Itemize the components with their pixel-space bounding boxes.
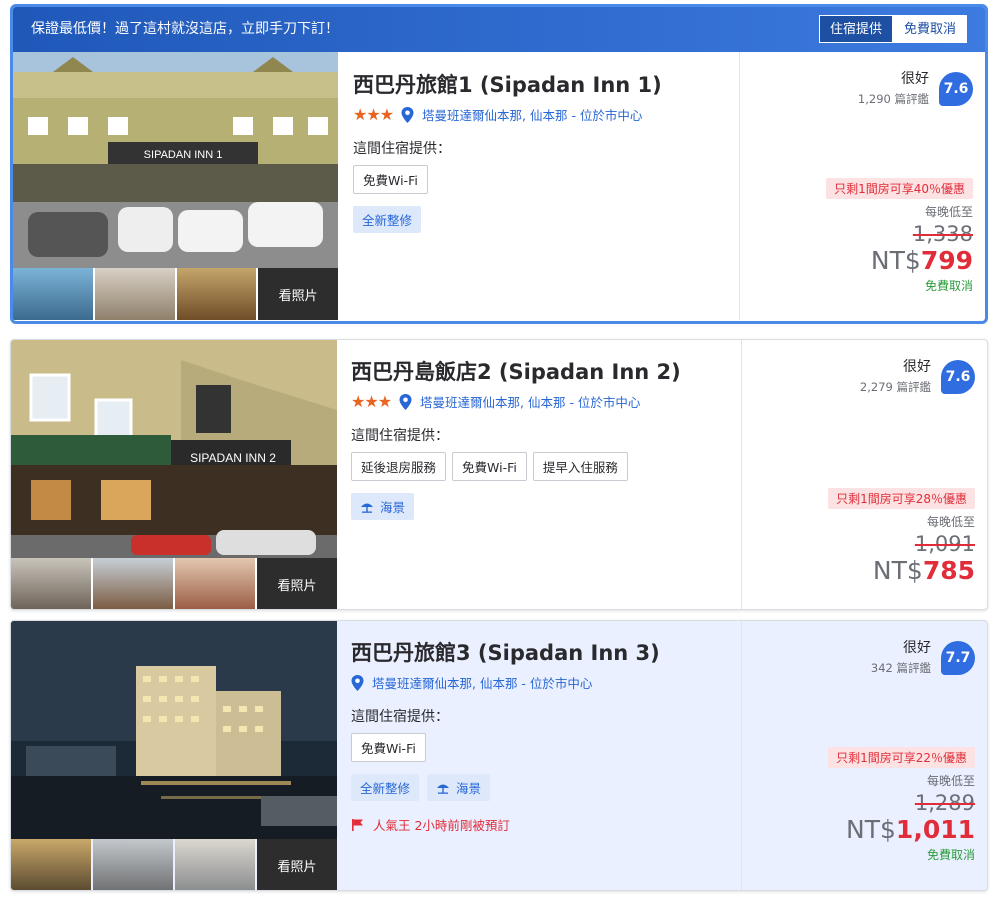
hotel-card-2[interactable]: SIPADAN INN 2 看照片 西巴丹島飯店2 (Sipadan Inn 2… [10,339,988,610]
score-badge: 7.6 [941,360,975,394]
svg-text:SIPADAN INN 1: SIPADAN INN 1 [144,149,223,161]
star-rating: ★★★ [351,392,392,411]
amenity-tag: 延後退房服務 [351,452,447,481]
beach-umbrella-icon [437,784,450,794]
thumbnail[interactable] [93,558,173,609]
hotel-name[interactable]: 西巴丹島飯店2 (Sipadan Inn 2) [351,356,681,386]
hotel-main-photo[interactable] [11,621,337,839]
offer-title: 這間住宿提供： [353,141,451,157]
current-price: NT$1,011 [828,815,975,844]
per-night-label: 每晚低至 [926,515,975,529]
hotel-photos[interactable]: 看照片 [11,621,337,890]
promo-text: 保證最低價！過了這村就沒這店，立即手刀下訂！ [31,21,339,37]
location-pin-icon [401,106,414,123]
free-cancel-label: 免費取消 [924,279,973,293]
hotel-main-photo[interactable]: SIPADAN INN 1 [13,52,338,268]
free-cancel-label: 免費取消 [926,848,975,862]
deal-badge: 只剩1間房可享22％優惠 [828,747,975,768]
location-link[interactable]: 塔曼班達爾仙本那, 仙本那 - 位於市中心 [372,673,592,692]
hotel-info: 西巴丹島飯店2 (Sipadan Inn 2) ★★★ 塔曼班達爾仙本那, 仙本… [351,356,681,520]
highlight-pill: 全新整修 [353,206,422,233]
highlight-label: 海景 [380,500,406,515]
free-cancel-tag: 免費取消 [892,15,967,43]
highlight-pill: 海景 [351,493,415,520]
review-count[interactable]: 1,290 篇評鑑 [858,91,929,107]
thumbnail[interactable] [175,839,255,890]
deal-badge: 只剩1間房可享40％優惠 [826,178,973,199]
hotel-main-photo[interactable]: SIPADAN INN 2 [11,340,337,558]
view-photos-button[interactable]: 看照片 [257,839,337,890]
popular-notice: 人氣王 2小時前剛被預訂 [351,815,660,834]
amenity-tag: 提早入住服務 [532,452,628,481]
provider-tag: 住宿提供 [818,15,893,43]
location-row: ★★★ 塔曼班達爾仙本那, 仙本那 - 位於市中心 [353,105,662,124]
thumbnail[interactable] [175,558,255,609]
highlight-label: 全新整修 [360,781,411,796]
score-badge: 7.6 [939,72,973,106]
original-price: 1,289 [914,791,975,815]
hotel-name[interactable]: 西巴丹旅館3 (Sipadan Inn 3) [351,637,660,667]
current-price: NT$799 [826,246,973,275]
price-amount: 1,011 [895,815,975,844]
location-row: 塔曼班達爾仙本那, 仙本那 - 位於市中心 [351,673,660,692]
price-amount: 799 [920,246,973,275]
price-panel[interactable]: 很好 1,290 篇評鑑 7.6 只剩1間房可享40％優惠 每晚低至 1,338… [739,52,985,320]
location-link[interactable]: 塔曼班達爾仙本那, 仙本那 - 位於市中心 [422,105,642,124]
thumbnail[interactable] [93,839,173,890]
amenity-tag: 免費Wi-Fi [452,452,527,481]
hotel-info: 西巴丹旅館3 (Sipadan Inn 3) 塔曼班達爾仙本那, 仙本那 - 位… [351,637,660,834]
score-badge: 7.7 [941,641,975,675]
offer-title: 這間住宿提供： [351,428,449,444]
currency: NT$ [846,815,896,844]
amenity-tag: 免費Wi-Fi [353,165,428,194]
hotel-photos[interactable]: SIPADAN INN 1 看照片 [13,52,338,320]
original-price: 1,338 [912,222,973,246]
highlight-label: 全新整修 [362,213,413,228]
highlight-pill: 全新整修 [351,774,420,801]
per-night-label: 每晚低至 [924,205,973,219]
thumbnail[interactable] [176,268,257,320]
review-count[interactable]: 2,279 篇評鑑 [860,379,931,395]
rating-word: 很好 [903,640,931,656]
currency: NT$ [872,556,923,585]
deal-badge: 只剩1間房可享28％優惠 [828,488,975,509]
location-pin-icon [351,674,364,691]
flag-icon [352,818,363,831]
thumbnail[interactable] [94,268,175,320]
thumbnail[interactable] [11,839,91,890]
popular-text: 人氣王 2小時前剛被預訂 [373,818,510,833]
amenity-tag: 免費Wi-Fi [351,733,426,762]
thumbnail[interactable] [13,268,93,320]
svg-text:SIPADAN INN 2: SIPADAN INN 2 [190,451,276,465]
thumbnail[interactable] [11,558,91,609]
hotel-card-3[interactable]: 看照片 西巴丹旅館3 (Sipadan Inn 3) 塔曼班達爾仙本那, 仙本那… [10,620,988,891]
rating-word: 很好 [903,359,931,375]
price-panel[interactable]: 很好 2,279 篇評鑑 7.6 只剩1間房可享28％優惠 每晚低至 1,091… [741,340,987,609]
hotel-photos[interactable]: SIPADAN INN 2 看照片 [11,340,337,609]
review-count[interactable]: 342 篇評鑑 [871,660,931,676]
highlight-label: 海景 [456,781,482,796]
star-rating: ★★★ [353,105,394,124]
price-panel[interactable]: 很好 342 篇評鑑 7.7 只剩1間房可享22％優惠 每晚低至 1,289 N… [741,621,987,890]
currency: NT$ [870,246,921,275]
original-price: 1,091 [914,532,975,556]
offer-title: 這間住宿提供： [351,709,449,725]
per-night-label: 每晚低至 [926,774,975,788]
hotel-name[interactable]: 西巴丹旅館1 (Sipadan Inn 1) [353,69,662,99]
price-amount: 785 [922,556,975,585]
location-link[interactable]: 塔曼班達爾仙本那, 仙本那 - 位於市中心 [420,392,640,411]
rating-word: 很好 [901,71,929,87]
current-price: NT$785 [828,556,975,585]
view-photos-button[interactable]: 看照片 [258,268,338,320]
view-photos-button[interactable]: 看照片 [257,558,337,609]
highlight-pill: 海景 [427,774,491,801]
hotel-card-1[interactable]: 保證最低價！過了這村就沒這店，立即手刀下訂！ 住宿提供 免費取消 SIPADAN… [10,4,988,324]
location-row: ★★★ 塔曼班達爾仙本那, 仙本那 - 位於市中心 [351,392,681,411]
hotel-info: 西巴丹旅館1 (Sipadan Inn 1) ★★★ 塔曼班達爾仙本那, 仙本那… [353,69,662,233]
beach-umbrella-icon [361,503,373,513]
promo-banner: 保證最低價！過了這村就沒這店，立即手刀下訂！ 住宿提供 免費取消 [13,7,985,52]
location-pin-icon [399,393,412,410]
